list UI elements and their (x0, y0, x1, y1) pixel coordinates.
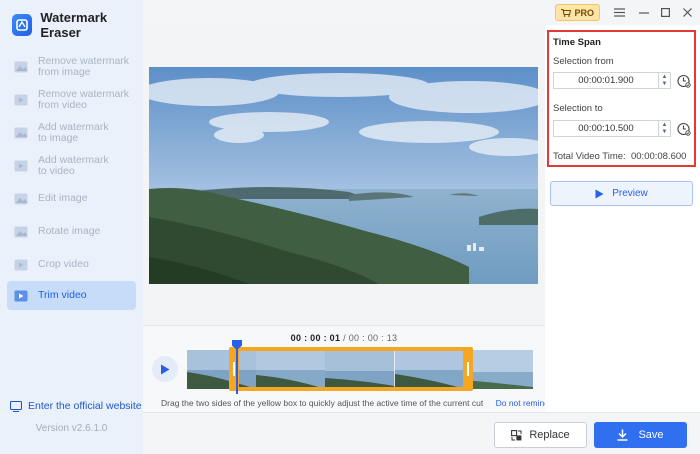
replace-button[interactable]: Replace (494, 422, 587, 448)
right-panel: Time Span Selection from 00:00:01.900 ▲ … (545, 25, 700, 412)
video-preview-area (143, 25, 545, 325)
time-span-title: Time Span (553, 37, 601, 48)
clock-set-icon[interactable] (677, 122, 691, 136)
trim-selection-box[interactable] (229, 347, 473, 391)
image-icon (14, 127, 28, 138)
sidebar-item-crop-video[interactable]: Crop video (7, 248, 136, 281)
sidebar-item-remove-watermark-video[interactable]: Remove watermark from video (7, 83, 136, 116)
selection-from-input[interactable]: 00:00:01.900 (553, 72, 659, 89)
sidebar-item-label: Trim video (38, 289, 87, 301)
official-website-link[interactable]: Enter the official website (10, 400, 142, 412)
clock-set-icon[interactable] (677, 74, 691, 88)
sidebar-item-label: Crop video (38, 258, 89, 270)
time-separator: / (340, 333, 349, 343)
cart-icon (561, 8, 572, 17)
sidebar-item-label: Rotate image (38, 225, 101, 237)
save-label: Save (638, 429, 664, 441)
sidebar-item-label: Remove watermark from image (38, 54, 130, 78)
sidebar-item-remove-watermark-image[interactable]: Remove watermark from image (7, 50, 136, 83)
save-button[interactable]: Save (594, 422, 687, 448)
sidebar-item-rotate-image[interactable]: Rotate image (7, 215, 136, 248)
close-icon[interactable] (679, 4, 696, 21)
sidebar-item-label: Add watermark to video (38, 153, 109, 177)
replace-label: Replace (529, 429, 570, 441)
chevron-down-icon[interactable]: ▼ (662, 129, 668, 135)
download-icon (617, 429, 628, 441)
video-icon (14, 259, 28, 270)
time-readout: 00 : 00 : 01 / 00 : 00 : 13 (143, 333, 545, 343)
selection-to-stepper[interactable]: ▲ ▼ (659, 120, 671, 137)
bottom-bar: Replace Save (143, 412, 700, 454)
time-span-box: Time Span Selection from 00:00:01.900 ▲ … (547, 30, 696, 167)
filmstrip-frame (463, 350, 533, 389)
monitor-icon (10, 400, 22, 412)
total-video-time-label: Total Video Time: (553, 151, 626, 162)
video-icon (14, 94, 28, 105)
official-website-label: Enter the official website (28, 400, 142, 412)
menu-icon[interactable] (611, 4, 628, 21)
pro-badge[interactable]: PRO (555, 4, 600, 21)
selection-to-input[interactable]: 00:00:10.500 (553, 120, 659, 137)
play-icon (161, 364, 170, 374)
preview-button[interactable]: Preview (550, 181, 693, 206)
video-frame (149, 67, 538, 284)
app-title: Watermark Eraser (40, 10, 108, 40)
timeline-panel: 00 : 00 : 01 / 00 : 00 : 13 Drag the two… (143, 325, 572, 412)
title-bar: PRO (143, 0, 700, 25)
pro-label: PRO (574, 7, 594, 18)
total-video-time: Total Video Time: 00:00:08.600 (553, 151, 686, 162)
maximize-icon[interactable] (657, 4, 674, 21)
chevron-down-icon[interactable]: ▼ (662, 81, 668, 87)
brand: Watermark Eraser (12, 10, 143, 40)
app-logo-icon (12, 14, 33, 36)
sidebar-item-trim-video[interactable]: Trim video (7, 281, 136, 310)
sidebar-item-label: Add watermark to image (38, 120, 109, 144)
total-video-time-value: 00:00:08.600 (630, 151, 687, 162)
sidebar: Watermark Eraser Remove watermark from i… (0, 0, 143, 454)
play-icon (595, 189, 604, 198)
total-time: 00 : 00 : 13 (348, 333, 398, 343)
sidebar-item-label: Edit image (38, 192, 88, 204)
selection-from-label: Selection from (553, 56, 614, 67)
image-icon (14, 226, 28, 237)
version-label: Version v2.6.1.0 (35, 423, 108, 434)
minimize-icon[interactable] (635, 4, 652, 21)
sidebar-nav: Remove watermark from image Remove water… (7, 50, 136, 310)
video-icon (14, 290, 28, 301)
chevron-up-icon[interactable]: ▲ (662, 122, 668, 128)
image-icon (14, 193, 28, 204)
selection-to-label: Selection to (553, 103, 603, 114)
play-button[interactable] (152, 356, 178, 382)
current-time: 00 : 00 : 01 (290, 333, 341, 343)
selection-from-stepper[interactable]: ▲ ▼ (659, 72, 671, 89)
playhead-line (236, 347, 238, 394)
sidebar-item-edit-image[interactable]: Edit image (7, 182, 136, 215)
trim-end-handle[interactable] (463, 347, 473, 391)
video-icon (14, 160, 28, 171)
sidebar-item-label: Remove watermark from video (38, 87, 130, 111)
image-icon (14, 61, 28, 72)
trim-hint-text: Drag the two sides of the yellow box to … (161, 398, 484, 408)
chevron-up-icon[interactable]: ▲ (662, 74, 668, 80)
replace-icon (511, 429, 522, 440)
sidebar-item-add-watermark-video[interactable]: Add watermark to video (7, 149, 136, 182)
trim-hint: Drag the two sides of the yellow box to … (161, 398, 572, 408)
preview-label: Preview (612, 188, 648, 199)
sidebar-item-add-watermark-image[interactable]: Add watermark to image (7, 116, 136, 149)
